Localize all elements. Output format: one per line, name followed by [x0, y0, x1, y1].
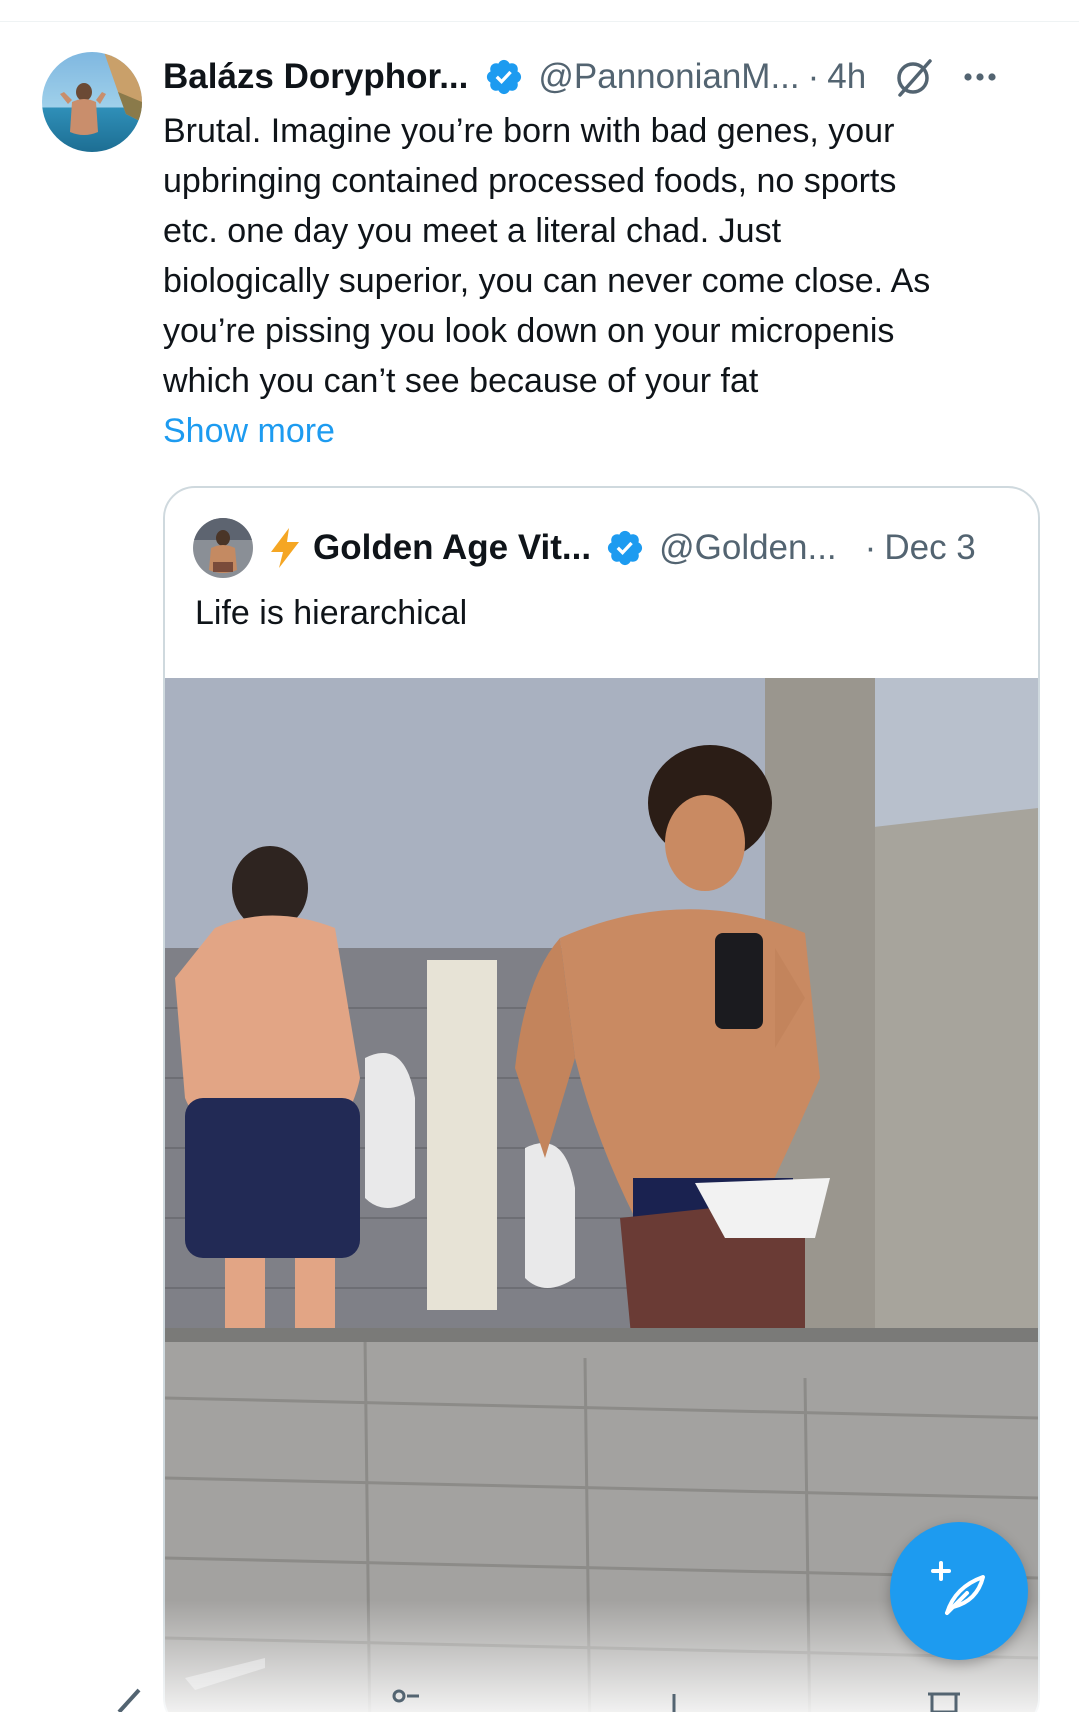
separator-dot: · — [864, 528, 877, 567]
show-more-link[interactable]: Show more — [163, 406, 335, 456]
tweet-time[interactable]: 4h — [827, 57, 866, 97]
lightning-bolt-icon — [265, 526, 305, 570]
trash-icon[interactable] — [914, 1680, 974, 1712]
author-handle[interactable]: @PannonianM... — [538, 57, 799, 97]
verified-badge-icon — [605, 528, 645, 568]
divider — [0, 21, 1079, 22]
verified-badge-icon — [484, 57, 524, 97]
grok-icon[interactable] — [892, 55, 936, 99]
more-icon[interactable] — [960, 57, 1000, 97]
separator-dot: · — [807, 57, 820, 96]
compose-post-icon — [927, 1557, 991, 1626]
upload-icon[interactable] — [644, 1680, 704, 1712]
author-avatar[interactable] — [42, 52, 142, 152]
list-icon[interactable] — [375, 1680, 435, 1712]
tweet-detail-page: Balázs Doryphor... @PannonianM... · 4h B… — [0, 0, 1079, 1712]
quoted-tweet-header: Golden Age Vit... @Golden... · Dec 3 — [193, 518, 1013, 578]
quoted-tweet-text: Life is hierarchical — [195, 594, 468, 632]
quoted-tweet-card[interactable]: Golden Age Vit... @Golden... · Dec 3 Lif… — [163, 486, 1040, 1712]
quoted-author-avatar — [193, 518, 253, 578]
tweet-header: Balázs Doryphor... @PannonianM... · 4h — [163, 52, 1043, 102]
share-icon[interactable] — [105, 1680, 165, 1712]
bottom-action-bar — [0, 1680, 1079, 1712]
tweet-text: Brutal. Imagine you’re born with bad gen… — [163, 112, 931, 400]
quoted-author-name[interactable]: Golden Age Vit... — [313, 528, 591, 568]
quoted-tweet-date[interactable]: Dec 3 — [884, 528, 975, 568]
author-name[interactable]: Balázs Doryphor... — [163, 57, 468, 97]
compose-post-button[interactable] — [890, 1522, 1028, 1660]
quoted-author-handle[interactable]: @Golden... — [659, 528, 837, 568]
